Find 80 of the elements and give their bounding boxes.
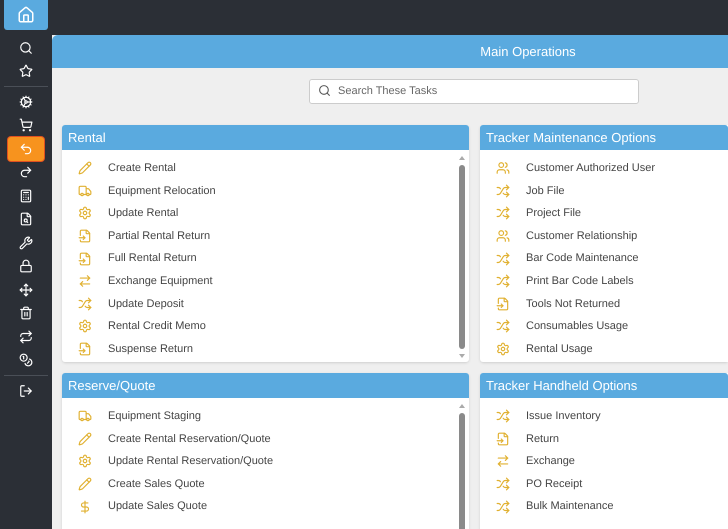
dollar-icon [78,500,92,514]
task-link[interactable]: Consumables Usage [526,318,628,335]
task-link[interactable]: Customer Authorized User [526,160,655,177]
calculator-icon [19,188,33,203]
task-link[interactable]: Bulk Maintenance [526,498,614,515]
exchange-arrows-icon [496,454,510,468]
move-icon [19,282,33,297]
shuffle-icon [496,500,510,514]
return-icon [19,142,33,156]
star-icon [19,64,33,78]
trash-icon [19,306,33,320]
gear-icon [78,206,92,220]
panel-title: Tracker Handheld Options [480,373,728,398]
task-link[interactable]: Project File [526,205,582,222]
pencil-icon [78,432,92,446]
users-icon [496,229,510,244]
task-link[interactable]: PO Receipt [526,476,582,492]
logout-icon [19,384,33,398]
scrollbar[interactable] [458,404,466,529]
shuffle-icon [496,409,510,424]
send-icon [19,165,33,180]
file-search-icon [19,212,33,226]
page-title: Main Operations [480,42,576,61]
shuffle-icon [496,206,510,220]
task-link[interactable]: Equipment Relocation [108,182,216,200]
task-link[interactable]: Return [526,430,560,448]
exchange-arrows-icon [78,274,92,288]
task-link[interactable]: Create Rental [108,160,176,177]
home-icon [17,6,35,24]
task-link[interactable]: Exchange Equipment [108,273,213,290]
task-link[interactable]: Customer Relationship [526,228,638,244]
wrench-icon [19,236,33,250]
task-link[interactable]: Exchange [526,453,575,470]
shuffle-icon [496,274,510,288]
search-field[interactable]: Search These Tasks [309,78,639,104]
task-link[interactable]: Print Bar Code Labels [526,273,634,290]
task-link[interactable]: Create Sales Quote [108,476,205,492]
panel-title: Reserve/Quote [62,373,469,398]
panel-title: Rental [62,125,469,150]
task-link[interactable]: Partial Rental Return [108,228,210,244]
task-link[interactable]: Rental Credit Memo [108,318,206,335]
pencil-icon [78,477,92,492]
cart-icon [19,118,33,132]
gear-icon [78,454,92,468]
task-link[interactable]: Update Deposit [108,296,184,312]
file-import-icon [496,432,510,446]
file-import-icon [78,252,92,266]
task-link[interactable]: Job File [526,182,565,200]
task-link[interactable]: Bar Code Maintenance [526,250,639,267]
shuffle-icon [78,296,92,311]
truck-icon [78,184,92,198]
task-link[interactable]: Tools Not Returned [526,296,620,312]
lock-icon [19,259,33,274]
file-import-icon [78,229,92,244]
search-icon [318,84,331,97]
users-icon [496,161,510,176]
task-link[interactable]: Rental Usage [526,340,593,358]
shuffle-icon [496,252,510,266]
panel-title: Tracker Maintenance Options [480,125,728,150]
task-link[interactable]: Suspense Return [108,340,193,358]
task-link[interactable]: Update Rental [108,205,178,222]
task-link[interactable]: Update Rental Reservation/Quote [108,453,274,470]
shuffle-icon [496,477,510,492]
truck-icon [78,409,92,424]
file-import-icon [496,296,510,311]
file-import-icon [78,342,92,356]
task-link[interactable]: Issue Inventory [526,408,601,425]
shuffle-icon [496,184,510,198]
pencil-icon [78,161,92,176]
task-link[interactable]: Equipment Staging [108,408,201,425]
search-icon [19,40,33,55]
coins-icon [19,353,33,368]
repeat-icon [19,330,33,344]
task-link[interactable]: Create Rental Reservation/Quote [108,430,271,448]
task-link[interactable]: Full Rental Return [108,250,197,267]
scrollbar[interactable] [458,156,466,358]
task-link[interactable]: Update Sales Quote [108,498,208,515]
shuffle-icon [496,319,510,334]
gear-icon [78,319,92,334]
gear-icon [496,342,510,356]
